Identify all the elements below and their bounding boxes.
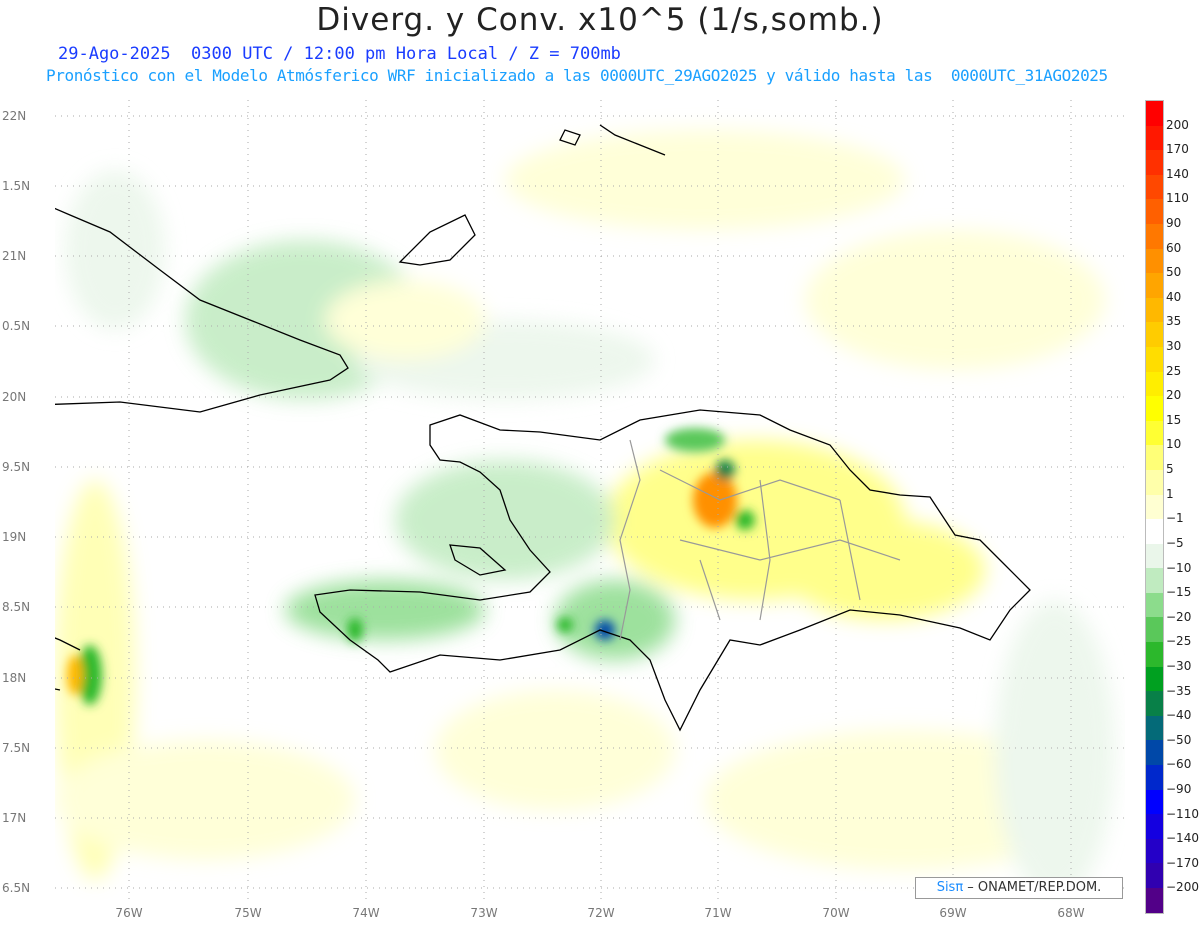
latitude-label: 20N [2, 390, 27, 404]
divergence-field [55, 100, 1125, 900]
colorbar-label: −110 [1166, 806, 1199, 821]
longitude-label: 70W [822, 906, 850, 920]
colorbar-label: −30 [1166, 658, 1192, 673]
credit-box: Sisπ – ONAMET/REP.DOM. [915, 877, 1123, 899]
longitude-label: 73W [470, 906, 498, 920]
latitude-label: 18N [2, 671, 27, 685]
colorbar-label: −90 [1166, 781, 1192, 796]
shading [55, 130, 1115, 900]
colorbar-bin [1146, 642, 1163, 667]
colorbar-bin [1146, 740, 1163, 766]
colorbar [1145, 100, 1164, 914]
longitude-label: 71W [704, 906, 732, 920]
colorbar-bin [1146, 814, 1163, 839]
colorbar-bin [1146, 666, 1163, 692]
colorbar-label: −200 [1166, 880, 1199, 895]
colorbar-label: −35 [1166, 683, 1192, 698]
colorbar-bin [1146, 174, 1163, 200]
colorbar-bin [1146, 715, 1163, 741]
colorbar-label: 30 [1166, 339, 1182, 354]
latitude-label: 0.5N [2, 319, 31, 333]
colorbar-label: −15 [1166, 585, 1192, 600]
colorbar-label: −10 [1166, 560, 1192, 575]
colorbar-bin [1146, 568, 1163, 593]
colorbar-label: 50 [1166, 265, 1182, 280]
longitude-label: 76W [115, 906, 143, 920]
colorbar-bin [1146, 346, 1163, 372]
colorbar-bin [1146, 420, 1163, 446]
colorbar-label: −60 [1166, 757, 1192, 772]
longitude-label: 74W [352, 906, 380, 920]
colorbar-label: −40 [1166, 708, 1192, 723]
colorbar-label: 1 [1166, 486, 1174, 501]
colorbar-bin [1146, 494, 1163, 520]
latitude-label: 8.5N [2, 600, 31, 614]
model-info: Pronóstico con el Modelo Atmósferico WRF… [46, 66, 1108, 85]
map-area [55, 100, 1125, 900]
colorbar-label: −1 [1166, 511, 1184, 526]
colorbar-bin [1146, 223, 1163, 249]
colorbar-label: 200 [1166, 117, 1189, 132]
colorbar-bin [1146, 765, 1163, 790]
latitude-label: 6.5N [2, 881, 31, 895]
longitude-label: 69W [939, 906, 967, 920]
colorbar-bin [1146, 297, 1163, 323]
colorbar-bin [1146, 371, 1163, 397]
colorbar-bin [1146, 592, 1163, 618]
colorbar-bin [1146, 838, 1163, 864]
colorbar-bin [1146, 888, 1163, 913]
colorbar-bin [1146, 617, 1163, 643]
colorbar-bin [1146, 125, 1163, 151]
latitude-label: 1.5N [2, 179, 31, 193]
colorbar-label: −5 [1166, 535, 1184, 550]
colorbar-label: 40 [1166, 289, 1182, 304]
credit-brand: Sisπ [936, 880, 964, 895]
colorbar-bin [1146, 789, 1163, 815]
colorbar-label: 25 [1166, 363, 1182, 378]
colorbar-bin [1146, 863, 1163, 888]
colorbar-bin [1146, 101, 1163, 126]
colorbar-bin [1146, 543, 1163, 569]
colorbar-label: −140 [1166, 831, 1199, 846]
coastlines [55, 124, 1031, 732]
colorbar-label: 140 [1166, 166, 1189, 181]
colorbar-bin [1146, 445, 1163, 470]
credit-text: – ONAMET/REP.DOM. [963, 880, 1102, 895]
map-title: Diverg. y Conv. x10^5 (1/s,somb.) [316, 2, 884, 38]
colorbar-bin [1146, 273, 1163, 298]
colorbar-label: 170 [1166, 142, 1189, 157]
forecast-time: 29-Ago-2025 0300 UTC / 12:00 pm Hora Loc… [58, 44, 621, 64]
colorbar-bin [1146, 248, 1163, 274]
colorbar-bin [1146, 396, 1163, 421]
colorbar-label: −50 [1166, 732, 1192, 747]
latitude-label: 17N [2, 811, 27, 825]
colorbar-label: −25 [1166, 634, 1192, 649]
latitude-label: 19N [2, 530, 27, 544]
longitude-label: 72W [587, 906, 615, 920]
colorbar-bin [1146, 199, 1163, 224]
colorbar-label: −170 [1166, 855, 1199, 870]
colorbar-label: 10 [1166, 437, 1182, 452]
colorbar-bin [1146, 322, 1163, 347]
colorbar-bin [1146, 691, 1163, 716]
colorbar-label: 35 [1166, 314, 1182, 329]
colorbar-label: 110 [1166, 191, 1189, 206]
colorbar-bin [1146, 469, 1163, 495]
colorbar-label: 20 [1166, 388, 1182, 403]
colorbar-label: 5 [1166, 462, 1174, 477]
colorbar-label: 90 [1166, 216, 1182, 231]
latitude-label: 9.5N [2, 460, 31, 474]
latitude-label: 7.5N [2, 741, 31, 755]
longitude-label: 75W [234, 906, 262, 920]
colorbar-label: 60 [1166, 240, 1182, 255]
colorbar-bin [1146, 150, 1163, 175]
latitude-label: 21N [2, 249, 27, 263]
colorbar-label: −20 [1166, 609, 1192, 624]
colorbar-label: 15 [1166, 412, 1182, 427]
colorbar-bin [1146, 519, 1163, 544]
longitude-label: 68W [1057, 906, 1085, 920]
latitude-label: 22N [2, 109, 27, 123]
